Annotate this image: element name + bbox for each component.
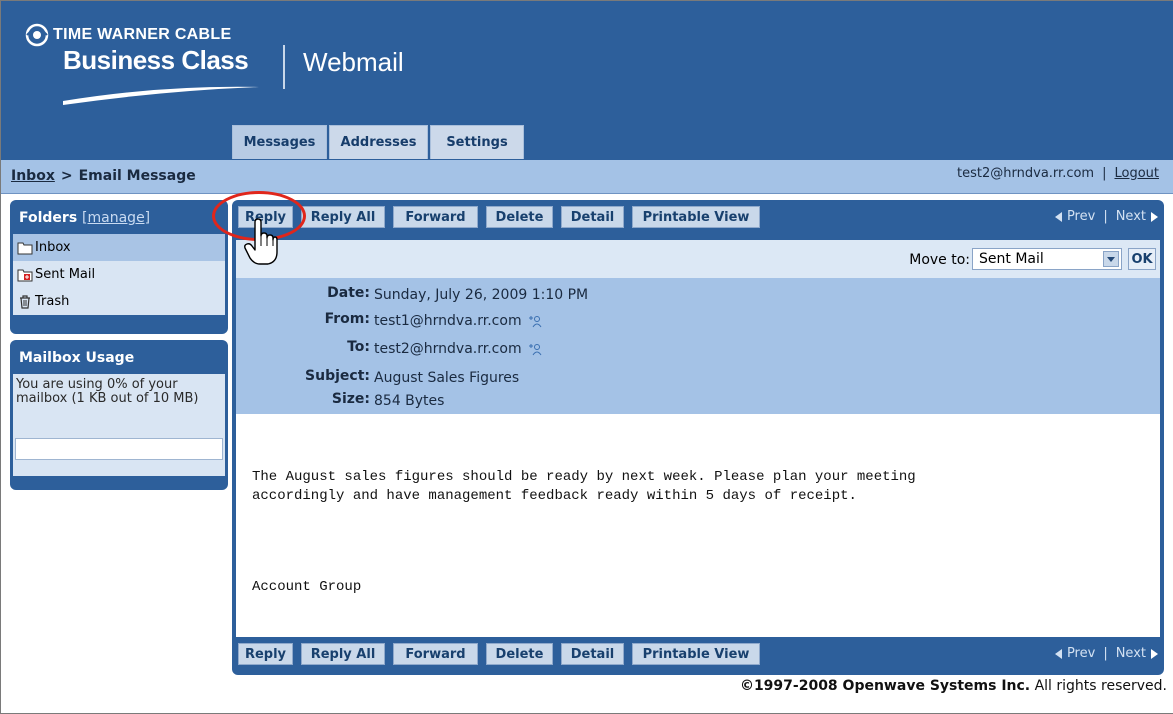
subject-label: Subject: [305, 368, 370, 384]
move-bar: Move to: Sent Mail OK [236, 240, 1160, 278]
from-value: test1@hrndva.rr.com [374, 311, 542, 331]
breadcrumb-separator: > [60, 168, 73, 184]
mailbox-usage-panel: Mailbox Usage You are using 0% of your m… [10, 340, 228, 490]
mailbox-usage-text: You are using 0% of your mailbox (1 KB o… [16, 377, 199, 406]
date-value: Sunday, July 26, 2009 1:10 PM [374, 287, 589, 303]
add-contact-icon[interactable] [528, 314, 542, 328]
action-bar-bottom: Reply Reply All Forward Delete Detail Pr… [232, 637, 1164, 669]
manage-folders-link[interactable]: [manage] [82, 210, 150, 226]
subject-value: August Sales Figures [374, 370, 520, 386]
to-address: test2@hrndva.rr.com [374, 341, 522, 357]
copyright-owner: ©1997-2008 Openwave Systems Inc. [739, 678, 1031, 694]
size-value: 854 Bytes [374, 393, 445, 409]
message-body: The August sales figures should be ready… [236, 414, 1160, 637]
next-link[interactable]: Next [1116, 646, 1146, 661]
next-arrow-icon [1151, 211, 1158, 222]
reply-button[interactable]: Reply [238, 206, 293, 228]
reply-all-button[interactable]: Reply All [301, 643, 385, 665]
twc-logo: TIME WARNER CABLE [25, 23, 231, 47]
breadcrumb-current: Email Message [78, 168, 196, 184]
user-separator: | [1102, 166, 1107, 181]
logo-swoosh [63, 86, 259, 105]
folder-item-sent-mail[interactable]: Sent Mail [13, 261, 225, 288]
breadcrumb-bar: Inbox > Email Message test2@hrndva.rr.com |… [1, 160, 1173, 194]
detail-button[interactable]: Detail [561, 206, 624, 228]
header-to-row: To: test2@hrndva.rr.com [236, 339, 836, 359]
mailbox-usage-body: You are using 0% of your mailbox (1 KB o… [13, 374, 225, 476]
pager-separator: | [1103, 646, 1108, 661]
prev-arrow-icon [1054, 211, 1062, 222]
user-area: test2@hrndva.rr.com | Logout [957, 166, 1159, 181]
prev-link[interactable]: Prev [1067, 646, 1095, 661]
to-label: To: [347, 339, 370, 355]
move-to-selected-value: Sent Mail [979, 251, 1044, 267]
message-body-text: The August sales figures should be ready… [252, 469, 916, 504]
folder-list: Inbox Sent Mail Trash [13, 234, 225, 315]
mailbox-usage-title: Mailbox Usage [19, 350, 135, 366]
reply-all-button[interactable]: Reply All [301, 206, 385, 228]
header-subject-row: Subject: August Sales Figures [236, 368, 836, 388]
to-value: test2@hrndva.rr.com [374, 339, 542, 359]
folders-heading: Folders [19, 210, 78, 226]
header-from-row: From: test1@hrndva.rr.com [236, 311, 836, 331]
app-header: TIME WARNER CABLE Business Class Webmail… [1, 1, 1173, 161]
move-to-select[interactable]: Sent Mail [972, 248, 1122, 270]
tab-settings[interactable]: Settings [430, 125, 524, 159]
folder-label: Inbox [35, 240, 71, 255]
prev-arrow-icon [1054, 648, 1062, 659]
reply-button[interactable]: Reply [238, 643, 293, 665]
copyright-footer: ©1997-2008 Openwave Systems Inc. All rig… [740, 678, 1167, 694]
printable-view-button[interactable]: Printable View [632, 643, 760, 665]
trash-icon [20, 294, 30, 309]
move-ok-button[interactable]: OK [1128, 248, 1156, 270]
pager-separator: | [1103, 209, 1108, 224]
next-link[interactable]: Next [1116, 209, 1146, 224]
pager: Prev | Next [1054, 646, 1158, 661]
date-label: Date: [327, 285, 370, 301]
action-bar-top: Reply Reply All Forward Delete Detail Pr… [232, 200, 1164, 232]
chevron-down-icon[interactable] [1103, 251, 1119, 267]
twc-eye-icon [25, 23, 49, 47]
add-contact-icon[interactable] [528, 342, 542, 356]
printable-view-button[interactable]: Printable View [632, 206, 760, 228]
delete-button[interactable]: Delete [486, 206, 553, 228]
prev-link[interactable]: Prev [1067, 209, 1095, 224]
tab-addresses[interactable]: Addresses [329, 125, 428, 159]
size-label: Size: [331, 391, 370, 407]
header-divider [283, 45, 285, 89]
folders-panel: Folders [manage] Inbox Sent Mail Trash [10, 200, 228, 334]
folder-icon [17, 242, 33, 254]
from-address: test1@hrndva.rr.com [374, 313, 522, 329]
mailbox-usage-bar [15, 438, 223, 460]
folders-title: Folders [manage] [13, 203, 225, 234]
message-panel: Reply Reply All Forward Delete Detail Pr… [232, 200, 1164, 675]
folder-item-inbox[interactable]: Inbox [13, 234, 225, 261]
message-headers: Date: Sunday, July 26, 2009 1:10 PM From… [236, 278, 1160, 414]
header-size-row: Size: 854 Bytes [236, 391, 836, 411]
forward-button[interactable]: Forward [393, 206, 478, 228]
sent-folder-icon [17, 269, 33, 281]
header-date-row: Date: Sunday, July 26, 2009 1:10 PM [236, 285, 836, 305]
detail-button[interactable]: Detail [561, 643, 624, 665]
logout-link[interactable]: Logout [1114, 166, 1159, 181]
product-name: Business Class [63, 45, 249, 75]
copyright-rights: All rights reserved. [1030, 678, 1167, 694]
folder-label: Trash [35, 294, 70, 309]
app-title: Webmail [303, 47, 404, 77]
breadcrumb: Inbox > Email Message [11, 168, 196, 184]
folder-item-trash[interactable]: Trash [13, 288, 225, 315]
breadcrumb-inbox-link[interactable]: Inbox [11, 168, 55, 184]
user-email: test2@hrndva.rr.com [957, 166, 1095, 181]
tab-messages[interactable]: Messages [232, 125, 327, 159]
pager: Prev | Next [1054, 209, 1158, 224]
forward-button[interactable]: Forward [393, 643, 478, 665]
folder-label: Sent Mail [35, 267, 96, 282]
message-signature: Account Group [252, 579, 362, 595]
move-to-label: Move to: [909, 252, 970, 268]
next-arrow-icon [1151, 648, 1158, 659]
delete-button[interactable]: Delete [486, 643, 553, 665]
company-name: TIME WARNER CABLE [53, 26, 232, 43]
from-label: From: [324, 311, 370, 327]
